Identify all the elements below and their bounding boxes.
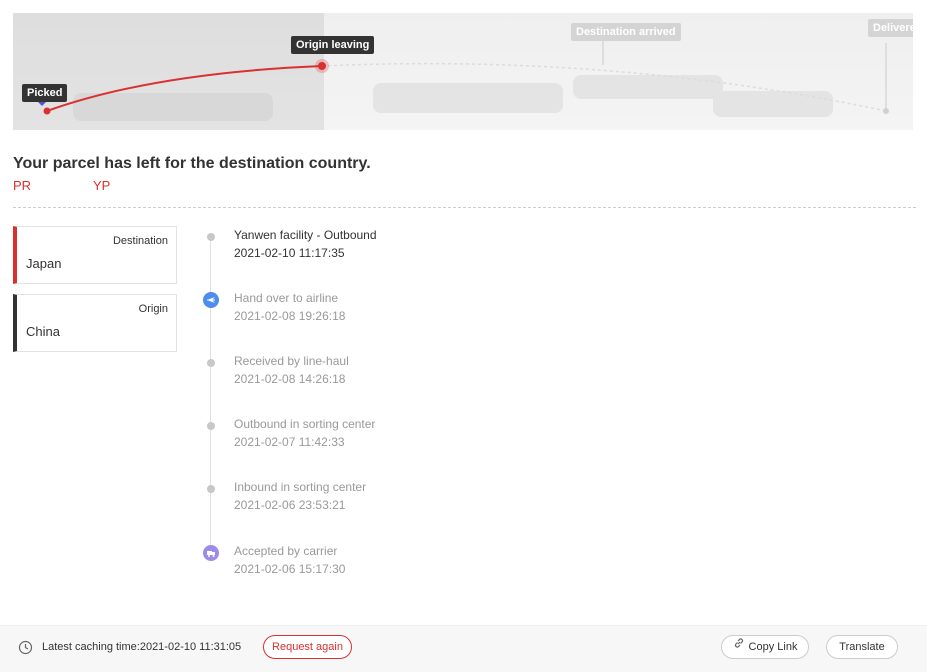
picked-pointer bbox=[38, 102, 46, 106]
airplane-icon bbox=[203, 292, 219, 308]
destination-country: Japan bbox=[26, 256, 62, 271]
request-again-label: Request again bbox=[272, 641, 343, 653]
origin-country: China bbox=[26, 324, 60, 339]
event-title: Hand over to airline bbox=[234, 291, 339, 305]
origin-label: Origin bbox=[138, 303, 168, 315]
event-time: 2021-02-07 11:42:33 bbox=[234, 435, 345, 449]
event-time: 2021-02-06 15:17:30 bbox=[234, 562, 346, 576]
origin-leaving-marker bbox=[318, 62, 326, 70]
event-time: 2021-02-08 19:26:18 bbox=[234, 309, 346, 323]
tracking-code-suffix: YP bbox=[93, 178, 111, 193]
timeline-event: Accepted by carrier 2021-02-06 15:17:30 bbox=[203, 544, 603, 594]
origin-card: Origin China bbox=[13, 294, 177, 352]
clock-icon bbox=[18, 640, 33, 660]
destination-card: Destination Japan bbox=[13, 226, 177, 284]
event-title: Outbound in sorting center bbox=[234, 417, 376, 431]
route-path bbox=[43, 37, 889, 121]
picked-marker bbox=[43, 107, 51, 115]
timeline-event: Outbound in sorting center 2021-02-07 11… bbox=[203, 417, 603, 467]
status-headline: Your parcel has left for the destination… bbox=[13, 155, 371, 172]
translate-label: Translate bbox=[839, 641, 885, 653]
event-title: Yanwen facility - Outbound bbox=[234, 228, 377, 242]
copy-link-label: Copy Link bbox=[748, 641, 798, 653]
cache-time-text: Latest caching time:2021-02-10 11:31:05 bbox=[42, 641, 242, 653]
destination-label: Destination bbox=[112, 235, 168, 247]
tracking-code-prefix: PR bbox=[13, 178, 32, 193]
truck-icon bbox=[203, 545, 219, 561]
request-again-button[interactable]: Request again bbox=[263, 635, 352, 659]
timeline-dot bbox=[207, 359, 215, 367]
route-map: Picked Origin leaving Destination arrive… bbox=[13, 13, 913, 130]
event-time: 2021-02-10 11:17:35 bbox=[234, 246, 345, 260]
event-title: Received by line-haul bbox=[234, 354, 349, 368]
link-icon bbox=[733, 635, 745, 657]
timeline-event: Received by line-haul 2021-02-08 14:26:1… bbox=[203, 354, 603, 404]
timeline-dot bbox=[207, 485, 215, 493]
event-title: Inbound in sorting center bbox=[234, 480, 367, 494]
timeline-event: Yanwen facility - Outbound 2021-02-10 11… bbox=[203, 228, 603, 278]
milestone-tag-picked: Picked bbox=[22, 84, 68, 102]
milestone-tag-destination-arrived: Destination arrived bbox=[571, 23, 681, 41]
event-time: 2021-02-06 23:53:21 bbox=[234, 498, 346, 512]
event-time: 2021-02-08 14:26:18 bbox=[234, 372, 346, 386]
timeline-event: Hand over to airline 2021-02-08 19:26:18 bbox=[203, 291, 603, 341]
timeline-event: Inbound in sorting center 2021-02-06 23:… bbox=[203, 480, 603, 530]
milestone-tag-delivered: Delivere bbox=[868, 19, 913, 37]
milestone-tag-origin-leaving: Origin leaving bbox=[291, 36, 375, 54]
event-title: Accepted by carrier bbox=[234, 544, 338, 558]
timeline-dot bbox=[207, 422, 215, 430]
timeline-dot bbox=[207, 233, 215, 241]
footer-bar: Latest caching time:2021-02-10 11:31:05 … bbox=[0, 625, 927, 672]
translate-button[interactable]: Translate bbox=[826, 635, 898, 659]
section-divider bbox=[13, 207, 916, 208]
tracking-page: Picked Origin leaving Destination arrive… bbox=[0, 0, 927, 672]
copy-link-button[interactable]: Copy Link bbox=[721, 635, 809, 659]
